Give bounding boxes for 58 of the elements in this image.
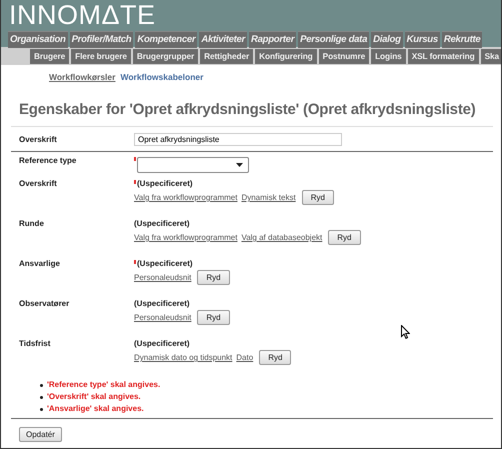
clear-button[interactable]: Ryd xyxy=(197,310,230,325)
sub-tab[interactable]: Ska xyxy=(480,49,501,64)
error-message: 'Reference type' skal angives. xyxy=(47,379,160,391)
select-field[interactable] xyxy=(137,157,249,173)
clear-button[interactable]: Ryd xyxy=(302,190,334,205)
field-value: (Uspecificeret) xyxy=(137,179,193,188)
page-title: Egenskaber for 'Opret afkrydsningsliste' (Opret afkrydsningsliste) xyxy=(19,101,477,118)
text-input-field[interactable]: Opret afkrydsningsliste xyxy=(134,133,342,146)
sub-tab[interactable]: Postnumre xyxy=(318,49,370,64)
main-tab[interactable]: Dialog xyxy=(371,31,403,48)
mouse-pointer-icon xyxy=(401,325,410,339)
bullet-icon xyxy=(40,396,43,398)
field-value: (Uspecificeret) xyxy=(134,219,190,228)
action-link[interactable]: Dynamisk tekst xyxy=(241,193,296,202)
field-label: Runde xyxy=(19,219,45,228)
main-tab[interactable]: Personlige data xyxy=(298,31,370,48)
page-link[interactable]: Workflowskabeloner xyxy=(120,72,204,82)
action-link[interactable]: Personaleudsnit xyxy=(134,273,192,282)
action-link[interactable]: Dynamisk dato og tidspunkt xyxy=(134,353,232,362)
bullet-icon xyxy=(40,408,43,410)
page-link[interactable]: Workflowkørsler xyxy=(49,72,116,82)
action-link[interactable]: Valg fra workflowprogrammet xyxy=(134,193,238,202)
field-label: Observatører xyxy=(19,299,70,308)
action-link[interactable]: Valg fra workflowprogrammet xyxy=(134,233,238,242)
field-label: Reference type xyxy=(19,156,78,165)
main-tab[interactable]: Kompetencer xyxy=(135,31,198,48)
field-value: (Uspecificeret) xyxy=(134,339,190,348)
sub-tab[interactable]: Logins xyxy=(371,49,406,64)
field-label: Overskrift xyxy=(19,179,58,188)
sub-tab[interactable]: Konfigurering xyxy=(255,49,317,64)
sub-tab[interactable]: Brugere xyxy=(30,49,70,64)
bullet-icon xyxy=(40,384,43,386)
clear-button[interactable]: Ryd xyxy=(328,230,360,245)
field-value: (Uspecificeret) xyxy=(134,299,190,308)
sub-tab[interactable]: XSL formatering xyxy=(408,49,479,64)
action-link[interactable]: Dato xyxy=(236,353,254,362)
main-tab[interactable]: Kursus xyxy=(404,31,440,48)
action-link[interactable]: Valg af databaseobjekt xyxy=(241,233,322,242)
sub-tab[interactable]: Rettigheder xyxy=(200,49,254,64)
field-label: Ansvarlige xyxy=(19,259,61,268)
update-button[interactable]: Opdatér xyxy=(19,427,62,442)
main-tab[interactable]: Rapporter xyxy=(249,31,296,48)
main-tab[interactable]: Profiler/Match xyxy=(70,31,134,48)
sub-tab[interactable]: Flere brugere xyxy=(71,49,131,64)
main-tab[interactable]: Aktiviteter xyxy=(199,31,247,48)
action-link[interactable]: Personaleudsnit xyxy=(134,313,192,322)
logo: INNOMΔTE xyxy=(8,0,156,30)
main-tab[interactable]: Rekrutte xyxy=(442,31,482,48)
clear-button[interactable]: Ryd xyxy=(197,270,230,285)
clear-button[interactable]: Ryd xyxy=(259,350,292,365)
error-message: 'Overskrift' skal angives. xyxy=(47,391,141,403)
main-tab[interactable]: Organisation xyxy=(8,31,68,48)
field-label: Overskrift xyxy=(19,135,58,144)
field-value: (Uspecificeret) xyxy=(137,259,193,268)
sub-tab[interactable]: Brugergrupper xyxy=(132,49,198,64)
caret-icon xyxy=(236,163,243,167)
field-label: Tidsfrist xyxy=(19,339,52,348)
error-message: 'Ansvarlige' skal angives. xyxy=(47,403,144,415)
